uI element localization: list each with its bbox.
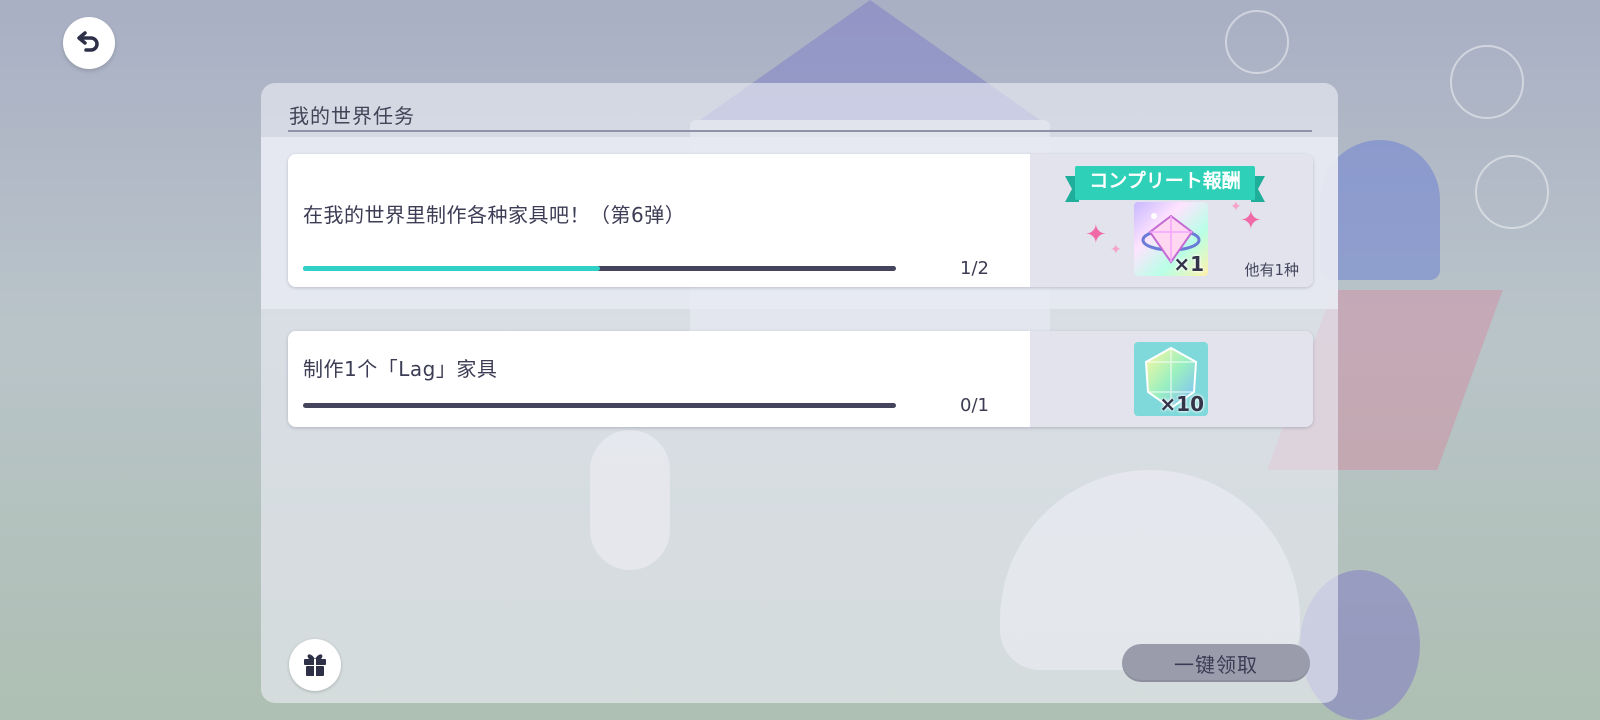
mission-card[interactable]: 在我的世界里制作各种家具吧！（第6弹） 1/2 コンプリート報酬 ✦ ✦ ✦ ✦	[288, 154, 1313, 287]
back-button[interactable]	[63, 17, 115, 69]
sparkle-icon: ✦	[1085, 220, 1107, 250]
reward-quantity: ×1	[1173, 252, 1204, 276]
reward-more-text: 他有1种	[1244, 261, 1299, 279]
background-circle	[1450, 45, 1524, 119]
mission-card[interactable]: 制作1个「Lag」家具 0/1 ×10	[288, 331, 1313, 427]
gift-button[interactable]	[289, 639, 341, 691]
reward-item[interactable]: ×10	[1134, 342, 1208, 416]
background-circle	[1225, 10, 1289, 74]
reward-area[interactable]: コンプリート報酬 ✦ ✦ ✦ ✦ ×1 他有1种	[1030, 154, 1313, 287]
panel-title: 我的世界任务	[289, 104, 415, 128]
progress-bar	[303, 266, 896, 271]
progress-count: 1/2	[960, 258, 989, 279]
progress-bar	[303, 403, 896, 408]
background-arch	[1320, 140, 1440, 280]
progress-fill	[303, 266, 600, 271]
mission-text: 在我的世界里制作各种家具吧！（第6弹）	[303, 203, 686, 227]
reward-area[interactable]: ×10	[1030, 331, 1313, 427]
mission-text: 制作1个「Lag」家具	[303, 357, 498, 381]
claim-all-button[interactable]: 一键领取	[1122, 644, 1310, 682]
reward-quantity: ×10	[1159, 392, 1204, 416]
sparkle-icon: ✦	[1240, 206, 1262, 236]
sparkle-icon: ✦	[1230, 199, 1242, 215]
back-arrow-icon	[74, 26, 104, 60]
reward-item[interactable]: ×1	[1134, 202, 1208, 276]
mission-info: 在我的世界里制作各种家具吧！（第6弹） 1/2	[288, 154, 1030, 287]
progress-count: 0/1	[960, 395, 989, 416]
title-divider	[288, 130, 1312, 132]
gift-icon	[300, 648, 330, 682]
ribbon-label: コンプリート報酬	[1089, 170, 1241, 192]
sparkle-icon: ✦	[1110, 242, 1122, 258]
mission-info: 制作1个「Lag」家具 0/1	[288, 331, 1030, 427]
background-circle	[1475, 155, 1549, 229]
complete-reward-ribbon: コンプリート報酬	[1065, 164, 1265, 202]
